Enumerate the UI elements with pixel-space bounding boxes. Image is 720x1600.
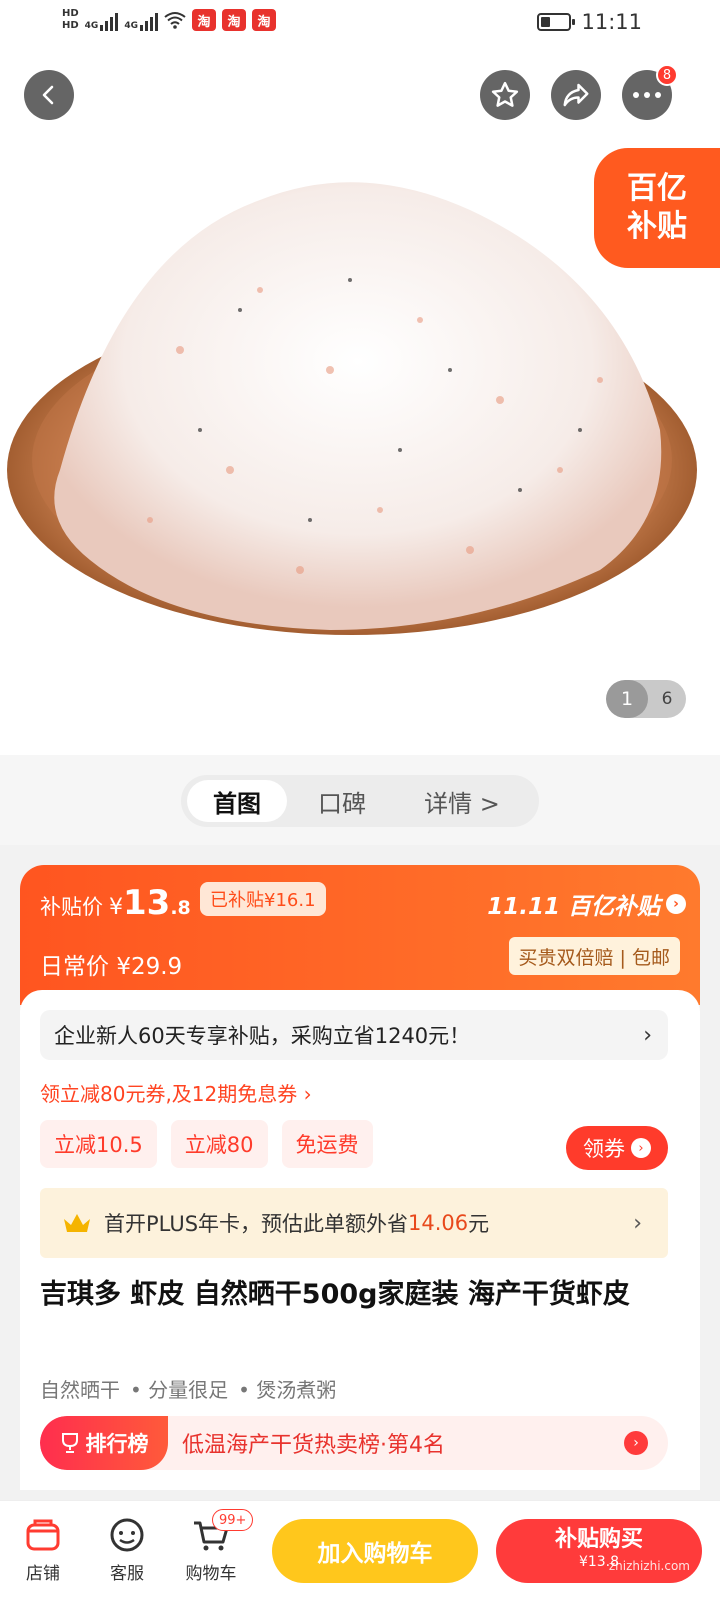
regular-price: 日常价 ¥29.9	[40, 947, 182, 981]
cart-label: 购物车	[185, 1564, 237, 1584]
add-to-cart-button[interactable]: 加入购物车	[272, 1519, 478, 1583]
discount-chip: 立减10.5	[40, 1120, 157, 1168]
cart-button[interactable]: 购物车 99+	[176, 1509, 254, 1584]
discount-chips: 立减10.5 立减80 免运费	[40, 1120, 373, 1168]
star-icon	[491, 81, 519, 107]
guarantee-badge: 买贵双倍赔 | 包邮	[508, 937, 680, 975]
battery-icon	[537, 13, 576, 31]
plus-amount: 14.06	[408, 1211, 469, 1235]
price-card[interactable]: 补贴价 ¥ 13 .8 已补贴¥16.1 日常价 ¥29.9 11.11 百亿补…	[20, 865, 700, 1005]
status-right: 11:11	[537, 10, 642, 34]
image-total: 6	[661, 689, 673, 709]
subsidy-tag: 百亿 补贴	[594, 148, 720, 268]
watermark-text: zhizhizhi.com	[608, 1559, 690, 1573]
ranking-tag-label: 排行榜	[85, 1432, 149, 1456]
taobao-icon: 淘	[221, 9, 246, 31]
chevron-right-icon: ›	[631, 1138, 651, 1158]
plus-suffix: 元	[468, 1212, 490, 1236]
shop-icon	[26, 1519, 60, 1551]
status-left: HD HD 4G 4G 淘 淘 淘	[62, 8, 276, 32]
taobao-icon: 淘	[251, 9, 276, 31]
image-index: 1	[606, 680, 648, 718]
chevron-right-icon: ›	[633, 1210, 642, 1236]
subsidy-price-label: 补贴价	[40, 895, 103, 919]
ranking-text: 低温海产干货热卖榜·第4名	[182, 1433, 445, 1458]
tab-main-image[interactable]: 首图	[187, 780, 287, 822]
product-title: 吉琪多 虾皮 自然晒干500g家庭装 海产干货虾皮	[40, 1279, 630, 1310]
cart-badge: 99+	[212, 1509, 254, 1531]
customer-service-icon	[110, 1518, 144, 1552]
image-counter: 1 6	[606, 680, 686, 718]
share-button[interactable]	[551, 70, 601, 120]
chevron-right-icon: ›	[624, 1431, 648, 1455]
crown-icon	[64, 1214, 90, 1232]
feature-item: • 煲汤煮粥	[238, 1378, 337, 1402]
product-gallery[interactable]: 8 百亿 补贴 1 6	[0, 50, 720, 755]
hd1-label: HD	[62, 8, 79, 19]
product-features: 自然晒干 • 分量很足 • 煲汤煮粥	[40, 1374, 336, 1403]
feature-item: • 分量很足	[130, 1378, 229, 1402]
net2-label: 4G	[124, 21, 138, 31]
price-decimal: .8	[170, 897, 191, 919]
more-badge: 8	[656, 64, 678, 86]
regular-price-label: 日常价	[40, 954, 109, 980]
service-label: 客服	[110, 1564, 144, 1584]
section-tabs: 首图 口碑 详情 >	[181, 775, 539, 827]
signal-icon: 4G	[85, 9, 119, 31]
bottom-action-bar: 店铺 客服 购物车 99+ 加入购物车 补贴购买 ¥13.8 zhizhizhi…	[0, 1500, 720, 1600]
buy-now-label: 补贴购买	[554, 1527, 643, 1552]
back-button[interactable]	[24, 70, 74, 120]
product-page: HD HD 4G 4G 淘 淘 淘 11:11 8 百亿 补贴 1 6 首图 口…	[0, 0, 720, 1600]
coupon-link[interactable]: 领立减80元券,及12期免息券 ›	[40, 1078, 312, 1107]
double-eleven-subsidy-link[interactable]: 11.11 百亿补贴 ›	[487, 887, 686, 921]
status-bar: HD HD 4G 4G 淘 淘 淘 11:11	[0, 0, 720, 50]
buy-now-button[interactable]: 补贴购买 ¥13.8 zhizhizhi.com	[496, 1519, 702, 1583]
more-button[interactable]: 8	[622, 64, 678, 120]
enterprise-subsidy-banner[interactable]: 企业新人60天专享补贴，采购立省1240元！ ›	[40, 1010, 668, 1060]
get-coupon-button[interactable]: 领券 ›	[566, 1126, 668, 1170]
ranking-tag: 排行榜	[40, 1416, 168, 1470]
hd2-label: HD	[62, 20, 79, 31]
net1-label: 4G	[84, 21, 99, 31]
plus-text: 首开PLUS年卡，预估此单额外省	[104, 1212, 409, 1236]
clock: 11:11	[581, 10, 642, 34]
plus-membership-banner[interactable]: 首开PLUS年卡，预估此单额外省 14.06 元 ›	[40, 1188, 668, 1258]
taobao-icon: 淘	[191, 9, 216, 31]
discount-chip: 免运费	[281, 1120, 373, 1168]
trophy-icon	[61, 1433, 78, 1453]
discount-chip: 立减80	[170, 1120, 268, 1168]
get-coupon-label: 领券	[583, 1137, 625, 1161]
chevron-right-icon: ›	[643, 1022, 652, 1048]
ranking-banner[interactable]: 排行榜 低温海产干货热卖榜·第4名 ›	[40, 1416, 668, 1470]
feature-item: 自然晒干	[40, 1378, 120, 1402]
product-info-panel: 企业新人60天专享补贴，采购立省1240元！ › 领立减80元券,及12期免息券…	[20, 990, 700, 1490]
more-icon	[633, 92, 661, 98]
hd-indicator: HD HD	[62, 8, 79, 32]
tab-details[interactable]: 详情 >	[397, 780, 527, 822]
shop-button[interactable]: 店铺	[8, 1515, 78, 1584]
tab-reviews[interactable]: 口碑	[287, 780, 397, 822]
shop-label: 店铺	[26, 1564, 60, 1584]
enterprise-text: 企业新人60天专享补贴，采购立省1240元！	[54, 1024, 471, 1048]
favorite-button[interactable]	[480, 70, 530, 120]
chevron-left-icon	[42, 85, 54, 105]
chevron-right-icon: ›	[666, 894, 686, 914]
share-icon	[563, 83, 589, 107]
subsidy-tag-line1: 百亿	[627, 171, 687, 206]
price-integer: 13	[123, 883, 171, 923]
subsidy-tag-line2: 补贴	[627, 209, 687, 244]
subsidized-badge: 已补贴¥16.1	[200, 882, 326, 916]
tabs-area: 首图 口碑 详情 >	[0, 755, 720, 845]
brand-label: 11.11 百亿补贴	[487, 894, 660, 920]
wifi-icon	[164, 12, 186, 29]
signal2-icon: 4G	[124, 9, 158, 31]
currency-symbol: ¥	[109, 895, 123, 920]
subsidy-price: 补贴价 ¥ 13 .8	[40, 883, 191, 923]
customer-service-button[interactable]: 客服	[92, 1515, 162, 1584]
regular-price-value: ¥29.9	[116, 954, 183, 980]
